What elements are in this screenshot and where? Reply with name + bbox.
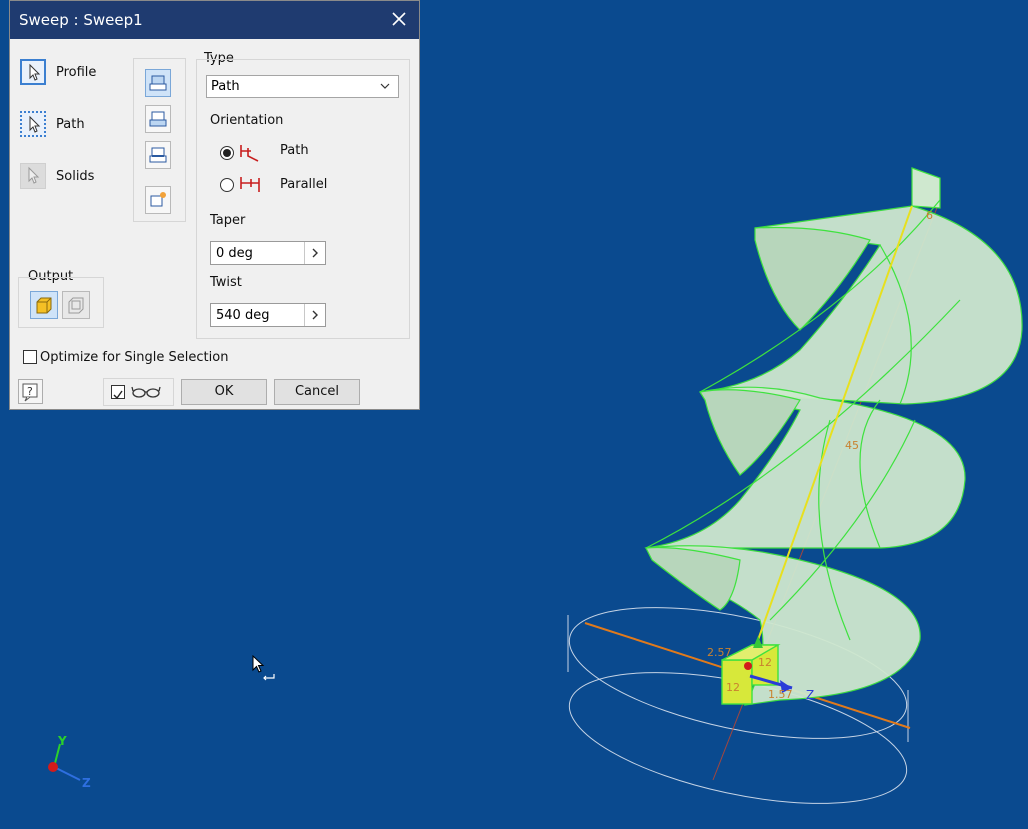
view-triad: Y Z (48, 734, 91, 790)
sweep-preview (644, 167, 1023, 706)
type-group (196, 59, 410, 339)
orientation-parallel-label: Parallel (280, 177, 328, 192)
cut-icon (149, 111, 167, 127)
optimize-label: Optimize for Single Selection (40, 350, 229, 365)
new-solid-icon (150, 192, 166, 207)
dimension-label-2: 12 (758, 656, 772, 669)
path-label: Path (56, 117, 85, 132)
twist-input[interactable]: 540 deg (210, 303, 326, 327)
join-icon (149, 75, 167, 91)
sweep-dialog: Sweep : Sweep1 Profile Path Solids Outpu… (9, 0, 420, 410)
dialog-titlebar[interactable]: Sweep : Sweep1 (10, 1, 419, 39)
dimension-label-4: 1.57 (768, 688, 793, 701)
chevron-right-icon[interactable] (304, 304, 325, 326)
twist-value: 540 deg (216, 308, 270, 323)
ok-button[interactable]: OK (181, 379, 267, 405)
taper-value: 0 deg (216, 246, 253, 261)
taper-input[interactable]: 0 deg (210, 241, 326, 265)
chevron-down-icon (380, 83, 390, 89)
orientation-parallel-radio[interactable] (220, 178, 234, 192)
optimize-checkbox[interactable] (23, 350, 37, 364)
triad-y-label: Y (57, 734, 67, 748)
cursor-arrow-icon (28, 166, 40, 184)
solid-output-button[interactable] (30, 291, 58, 319)
triad-z-label: Z (82, 776, 91, 790)
mouse-cursor-icon (252, 655, 275, 681)
chevron-right-icon[interactable] (304, 242, 325, 264)
type-dropdown-value: Path (211, 79, 240, 94)
dialog-title: Sweep : Sweep1 (19, 11, 143, 29)
path-orientation-icon (240, 145, 259, 162)
origin-z-label: Z (806, 688, 814, 702)
help-button[interactable]: ? (18, 379, 43, 404)
profile-label: Profile (56, 65, 97, 80)
help-icon: ? (22, 383, 38, 402)
surface-cube-icon (68, 297, 84, 314)
cancel-button[interactable]: Cancel (274, 379, 360, 405)
profile-select-button[interactable] (20, 59, 46, 85)
solid-cube-icon (36, 297, 52, 314)
checkmark-icon (113, 390, 123, 400)
solids-select-button[interactable] (20, 163, 46, 189)
dimension-label-5: 45 (845, 439, 859, 452)
close-icon[interactable] (389, 9, 409, 29)
twist-label: Twist (210, 275, 242, 290)
orientation-path-radio[interactable] (220, 146, 234, 160)
solids-label: Solids (56, 169, 95, 184)
cut-button[interactable] (145, 105, 171, 133)
orientation-path-label: Path (280, 143, 309, 158)
dimension-label-6: 6 (926, 209, 933, 222)
dimension-label-1: 2.57 (707, 646, 732, 659)
path-select-button[interactable] (20, 111, 46, 137)
parallel-orientation-icon (240, 177, 260, 192)
cursor-arrow-icon (29, 115, 41, 133)
cursor-arrow-icon (29, 63, 41, 81)
svg-text:?: ? (27, 385, 33, 398)
preview-checkbox[interactable] (111, 385, 125, 400)
taper-label: Taper (210, 213, 246, 228)
join-button[interactable] (145, 69, 171, 97)
intersect-icon (149, 147, 167, 163)
surface-output-button[interactable] (62, 291, 90, 319)
preview-glasses-icon (131, 386, 161, 398)
intersect-button[interactable] (145, 141, 171, 169)
new-solid-button[interactable] (145, 186, 171, 214)
type-dropdown[interactable]: Path (206, 75, 399, 98)
dimension-label-3: 12 (726, 681, 740, 694)
orientation-label: Orientation (210, 113, 284, 128)
